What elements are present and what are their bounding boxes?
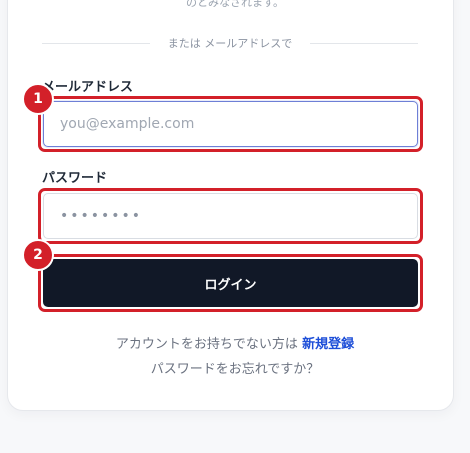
login-button[interactable]: ログイン — [43, 259, 418, 307]
email-placeholder: you@example.com — [60, 116, 195, 132]
divider-line-left — [42, 43, 150, 44]
email-label: メールアドレス — [42, 80, 134, 95]
signup-row: アカウントをお持ちでない方は 新規登録 — [0, 333, 470, 352]
password-masked-value: •••••••• — [60, 208, 143, 224]
signup-link[interactable]: 新規登録 — [302, 337, 354, 352]
forgot-password-link[interactable]: パスワードをお忘れですか？ — [0, 358, 470, 377]
divider-label: または メールアドレスで — [167, 37, 293, 50]
signup-prompt: アカウントをお持ちでない方は — [115, 337, 303, 352]
annotation-badge-2: 2 — [22, 239, 54, 271]
annotation-badge-1: 1 — [22, 83, 54, 115]
divider-line-right — [310, 43, 418, 44]
password-input[interactable]: •••••••• — [43, 193, 418, 239]
email-input[interactable]: you@example.com — [43, 101, 418, 147]
terms-note-fragment: のとみなされます。 — [186, 0, 284, 9]
password-label: パスワード — [42, 171, 108, 186]
